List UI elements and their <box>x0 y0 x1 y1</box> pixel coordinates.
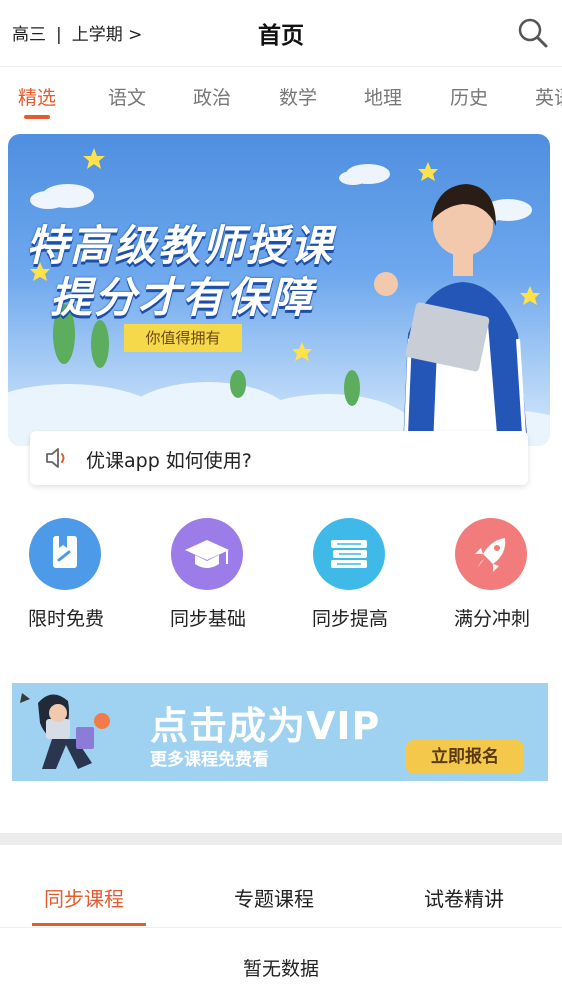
tab-chinese[interactable]: 语文 <box>108 83 146 110</box>
quick-link-label: 满分冲刺 <box>453 608 530 630</box>
section-divider <box>0 833 562 845</box>
banner-tag: 你值得拥有 <box>124 324 242 352</box>
tab-featured[interactable]: 精选 <box>18 83 56 110</box>
notice-bar[interactable]: 优课app 如何使用? <box>30 431 528 485</box>
tab-math[interactable]: 数学 <box>279 83 317 110</box>
tab-geography[interactable]: 地理 <box>364 83 402 110</box>
top-bar: 高三 | 上学期 > 首页 <box>0 0 562 66</box>
quick-link-label: 限时免费 <box>27 608 104 630</box>
notice-text: 优课app 如何使用? <box>86 450 252 472</box>
quick-link-label: 同步基础 <box>169 608 246 630</box>
tab-history[interactable]: 历史 <box>450 83 488 110</box>
search-icon[interactable] <box>516 16 550 50</box>
tab-politics[interactable]: 政治 <box>193 83 231 110</box>
active-course-tab-indicator <box>32 923 146 926</box>
quick-link-label: 同步提高 <box>311 608 388 630</box>
vip-title: 点击成为VIP <box>150 704 381 748</box>
tab-sync-courses[interactable]: 同步课程 <box>44 883 124 912</box>
tab-english[interactable]: 英语 <box>535 83 562 110</box>
vip-banner[interactable]: 点击成为VIP 更多课程免费看 立即报名 <box>12 683 548 781</box>
books-stack-icon <box>313 518 385 590</box>
banner-headline-line2: 提分才有保障 <box>50 273 315 322</box>
subject-tabs: 精选 语文 政治 数学 地理 历史 英语 <box>0 66 562 122</box>
graduation-cap-icon <box>171 518 243 590</box>
book-icon <box>29 518 101 590</box>
quick-link-advanced[interactable]: 同步提高 <box>292 518 402 638</box>
quick-link-basic[interactable]: 同步基础 <box>150 518 260 638</box>
vip-subtitle: 更多课程免费看 <box>150 750 269 770</box>
promo-banner[interactable]: 特高级教师授课 提分才有保障 你值得拥有 <box>8 134 550 446</box>
tab-exam-explained[interactable]: 试卷精讲 <box>424 883 504 912</box>
active-tab-indicator <box>24 115 50 119</box>
vip-signup-button[interactable]: 立即报名 <box>406 740 524 774</box>
quick-link-sprint[interactable]: 满分冲刺 <box>434 518 544 638</box>
course-tabs-divider <box>0 927 562 928</box>
tab-topic-courses[interactable]: 专题课程 <box>234 883 314 912</box>
quick-link-free[interactable]: 限时免费 <box>8 518 118 638</box>
page-title: 首页 <box>258 23 304 49</box>
rocket-icon <box>455 518 527 590</box>
empty-state-text: 暂无数据 <box>242 958 319 980</box>
speaker-icon <box>44 445 70 471</box>
